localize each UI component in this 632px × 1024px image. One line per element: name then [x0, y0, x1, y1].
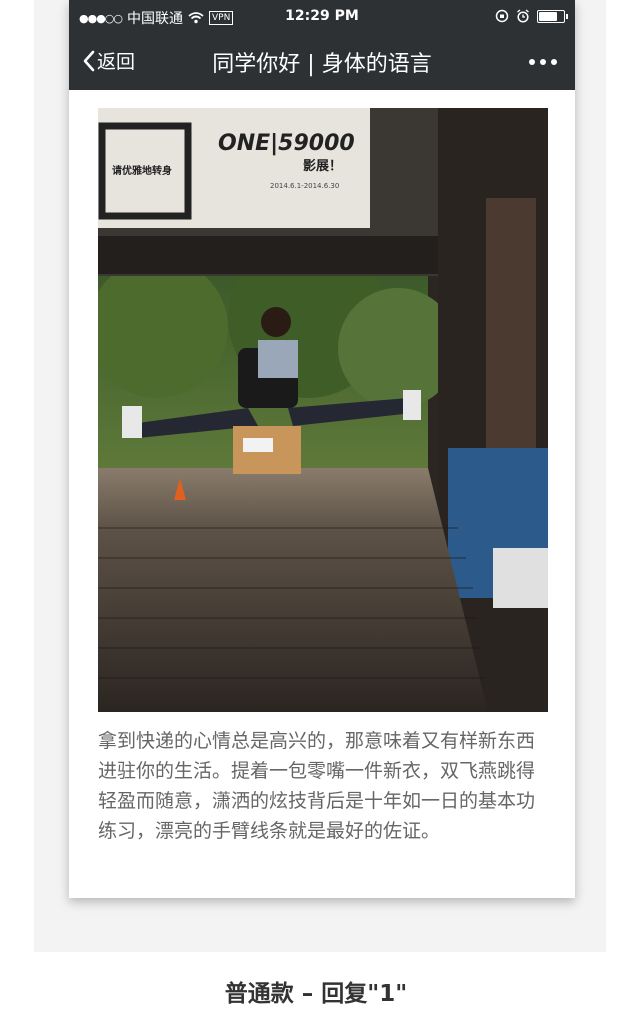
banner-dates: 2014.6.1-2014.6.30	[270, 182, 339, 190]
battery-icon	[537, 9, 568, 23]
status-right	[495, 9, 568, 23]
rotation-lock-icon	[495, 9, 509, 23]
battery-level	[539, 11, 557, 21]
more-icon[interactable]	[527, 42, 559, 82]
phone-screen: ●●●○○ 中国联通 VPN 12:29 PM 返回 同学你好 | 身体的语言 …	[69, 0, 575, 898]
alarm-icon	[517, 9, 529, 23]
article-photo: ONE|59000 影展！ 2014.6.1-2014.6.30 请优雅地转身	[98, 108, 548, 712]
nav-title: 同学你好 | 身体的语言	[212, 52, 432, 77]
nav-bar: 返回 同学你好 | 身体的语言	[69, 34, 575, 90]
status-bar: ●●●○○ 中国联通 VPN 12:29 PM	[69, 0, 575, 34]
reply-instruction-label: 普通款 – 回复"1"	[224, 981, 408, 1007]
article-caption: 拿到快递的心情总是高兴的，那意味着又有样新东西进驻你的生活。提着一包零嘴一件新衣…	[98, 730, 536, 842]
banner-subtitle: 影展！	[303, 158, 342, 174]
banner-title: ONE|59000	[218, 131, 355, 156]
banner-side-text: 请优雅地转身	[112, 164, 172, 177]
